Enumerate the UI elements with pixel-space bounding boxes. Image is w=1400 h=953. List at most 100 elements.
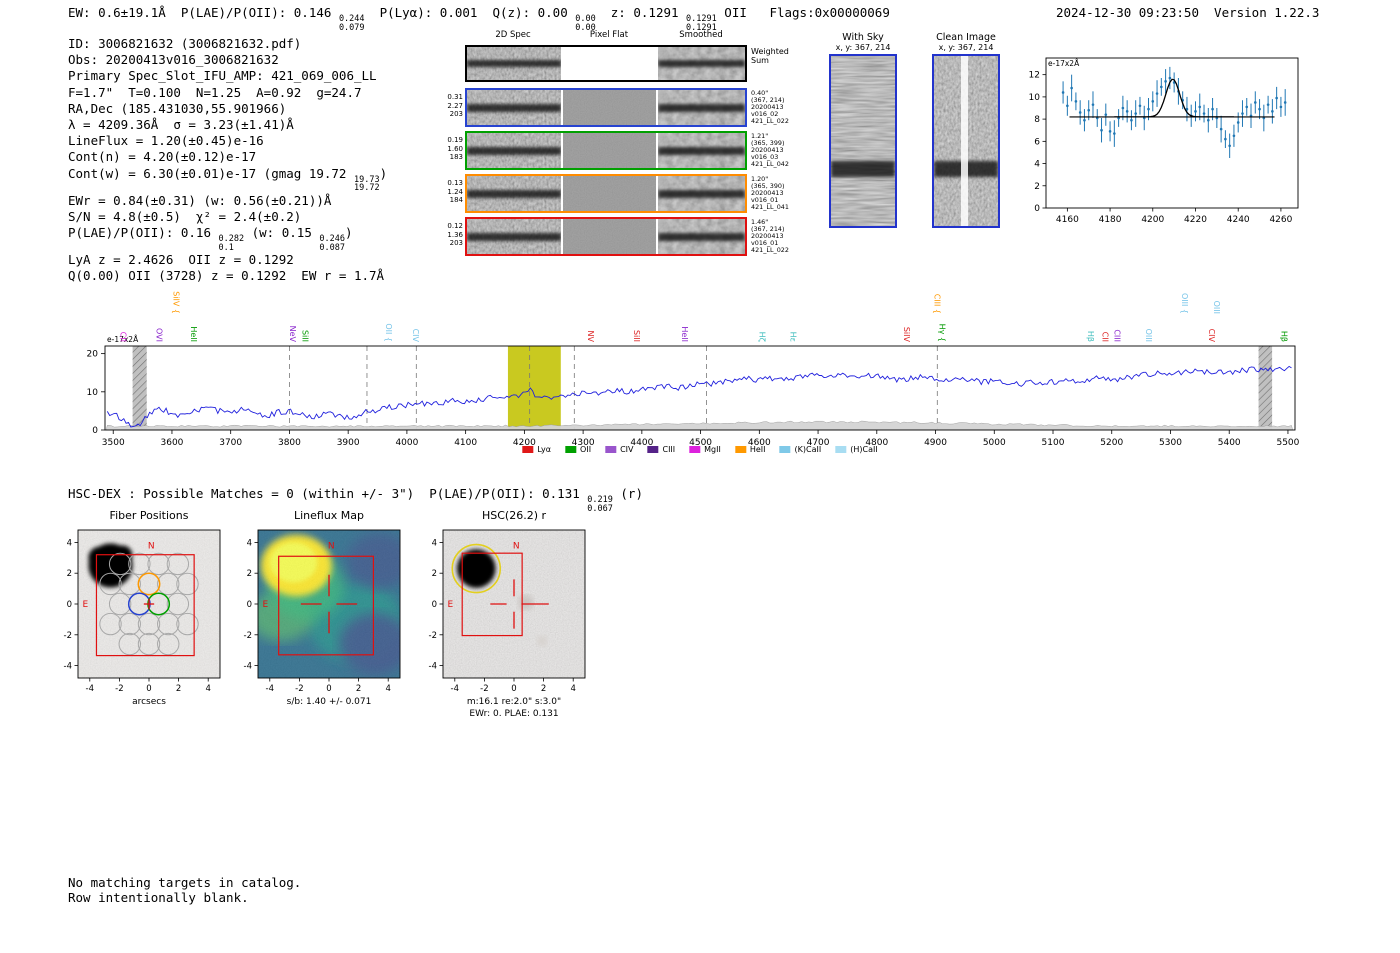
text-segment: LineFlux = 1.20(±0.45)e-16 — [68, 133, 264, 148]
spectral-line-marker: CII — [118, 332, 127, 342]
svg-text:4240: 4240 — [1227, 215, 1250, 225]
column-header-pixel-flat: Pixel Flat — [590, 30, 628, 40]
svg-text:4220: 4220 — [1184, 215, 1207, 225]
legend-item: OII — [565, 445, 591, 454]
cutout-row-2 — [465, 131, 747, 170]
info-line: λ = 4209.36Å σ = 3.23(±1.41)Å — [68, 117, 387, 133]
text-segment: ) — [345, 225, 353, 240]
legend-item: (H)CaII — [835, 445, 877, 454]
pixel-flat-blank-cell — [563, 47, 656, 80]
svg-text:2: 2 — [541, 684, 546, 694]
uncertainty-stack: 0.2440.079 — [339, 15, 365, 32]
uncertainty-stack: 0.2820.1 — [219, 235, 245, 252]
svg-text:0: 0 — [1034, 204, 1040, 214]
svg-text:5100: 5100 — [1042, 438, 1065, 448]
text-segment: P(Lyα): 0.001 Q(z): 0.00 — [365, 5, 576, 20]
spectral-line-marker: SiIV — [902, 327, 911, 343]
uncertainty-stack: 0.2190.067 — [587, 496, 613, 513]
legend-swatch — [605, 446, 616, 453]
smoothed-spec-cell — [658, 176, 745, 211]
svg-text:4260: 4260 — [1269, 215, 1292, 225]
smoothed-spec-cell — [658, 133, 745, 168]
svg-text:N: N — [328, 541, 335, 551]
cutout-row-2-fiber-info: 1.21"(365, 399)20200413v016_03421_LL_042 — [751, 133, 793, 168]
hsc-cutout-plot: NE-4-4-2-2002244 — [413, 516, 603, 694]
spectrum-line-legend: LyαOIICIVCIIIMgIIHeII(K)CaII(H)CaII — [522, 445, 877, 454]
svg-text:4: 4 — [432, 538, 437, 548]
svg-text:0: 0 — [92, 426, 98, 436]
text-segment: λ = 4209.36Å σ = 3.23(±1.41)Å — [68, 117, 294, 132]
spectral-line-marker: CIV — [1207, 329, 1216, 343]
column-header-smoothed: Smoothed — [679, 30, 722, 40]
uncertainty-lower: 19.72 — [354, 184, 380, 193]
legend-swatch — [647, 446, 658, 453]
info-line: Obs: 20200413v016_3006821632 — [68, 52, 387, 68]
svg-text:10: 10 — [87, 388, 99, 398]
spectral-line-marker: Hβ — [1086, 331, 1095, 342]
legend-item: HeII — [735, 445, 766, 454]
detection-info-block: ID: 3006821632 (3006821632.pdf)Obs: 2020… — [68, 36, 387, 284]
svg-text:-4: -4 — [429, 662, 437, 672]
svg-text:-2: -2 — [64, 631, 72, 641]
info-line: LyA z = 2.4626 OII z = 0.1292 — [68, 252, 387, 268]
cutout-row-4-weights: 0.121.36203 — [443, 222, 463, 248]
svg-text:4: 4 — [1034, 160, 1040, 170]
footer-line-2: Row intentionally blank. — [68, 890, 249, 905]
text-segment: LyA z = 2.4626 OII z = 0.1292 — [68, 252, 294, 267]
text-segment: ID: 3006821632 (3006821632.pdf) — [68, 36, 301, 51]
svg-text:2: 2 — [247, 569, 252, 579]
legend-item: Lyα — [522, 445, 551, 454]
spectral-line-marker: OIII — [1212, 301, 1221, 314]
text-segment: z: 0.1291 — [596, 5, 686, 20]
clean-image-image — [932, 54, 1000, 228]
svg-text:E: E — [83, 600, 89, 610]
svg-text:2: 2 — [356, 684, 361, 694]
legend-item: (K)CaII — [780, 445, 822, 454]
spectral-line-marker: OIII — [1144, 329, 1153, 342]
spectral-line-marker: SiII — [632, 330, 641, 342]
spectral-line-marker: NeV — [288, 326, 297, 343]
svg-text:5000: 5000 — [983, 438, 1006, 448]
smoothed-spec-cell — [658, 47, 745, 80]
fiber-positions-xlabel: arcsecs — [132, 697, 166, 707]
legend-item: MgII — [689, 445, 721, 454]
info-line: LineFlux = 1.20(±0.45)e-16 — [68, 133, 387, 149]
svg-text:-4: -4 — [244, 662, 252, 672]
svg-text:-2: -2 — [429, 631, 437, 641]
legend-label: Lyα — [537, 445, 551, 454]
cutout-row-1-fiber-info: 0.40"(367, 214)20200413v016_02421_LL_022 — [751, 90, 793, 125]
info-line: EWr = 0.84(±0.31) (w: 0.56(±0.21))Å — [68, 193, 387, 209]
svg-text:8: 8 — [1034, 115, 1040, 125]
svg-text:N: N — [148, 541, 155, 551]
cutout-row-4 — [465, 217, 747, 256]
twod-spec-cell — [467, 133, 561, 168]
spectral-line-marker: HeII — [680, 326, 689, 342]
svg-text:4: 4 — [385, 684, 390, 694]
text-segment: Cont(w) = 6.30(±0.01)e-17 (gmag 19.72 — [68, 166, 354, 181]
pixel-flat-cell — [563, 219, 656, 254]
legend-label: OII — [580, 445, 591, 454]
svg-text:N: N — [513, 541, 520, 551]
text-segment: ) — [380, 166, 388, 181]
text-segment: F=1.7" T=0.100 N=1.25 A=0.92 g=24.7 — [68, 85, 362, 100]
spectral-line-marker: CIV — [411, 329, 420, 343]
cutout-row-3-weights: 0.131.24184 — [443, 179, 463, 205]
hsc-cutout-xlabel2: EWr: 0. PLAE: 0.131 — [469, 709, 558, 719]
twod-spec-cell — [467, 176, 561, 211]
svg-text:3900: 3900 — [337, 438, 360, 448]
info-line: Cont(w) = 6.30(±0.01)e-17 (gmag 19.72 19… — [68, 166, 387, 193]
svg-text:-4: -4 — [266, 684, 274, 694]
info-line: S/N = 4.8(±0.5) χ² = 2.4(±0.2) — [68, 209, 387, 225]
cutout-row-3 — [465, 174, 747, 213]
cutout-row-2-weights: 0.191.60183 — [443, 136, 463, 162]
svg-text:4900: 4900 — [924, 438, 947, 448]
spectral-line-marker: Hγ { — [938, 324, 947, 342]
weighted-sum-row — [465, 45, 747, 82]
svg-text:4000: 4000 — [395, 438, 418, 448]
column-header-2d-spec: 2D Spec — [495, 30, 530, 40]
text-segment: P(LAE)/P(OII): 0.16 — [68, 225, 219, 240]
legend-swatch — [689, 446, 700, 453]
legend-label: (H)CaII — [850, 445, 877, 454]
svg-text:5200: 5200 — [1100, 438, 1123, 448]
info-line: Primary Spec_Slot_IFU_AMP: 421_069_006_L… — [68, 68, 387, 84]
